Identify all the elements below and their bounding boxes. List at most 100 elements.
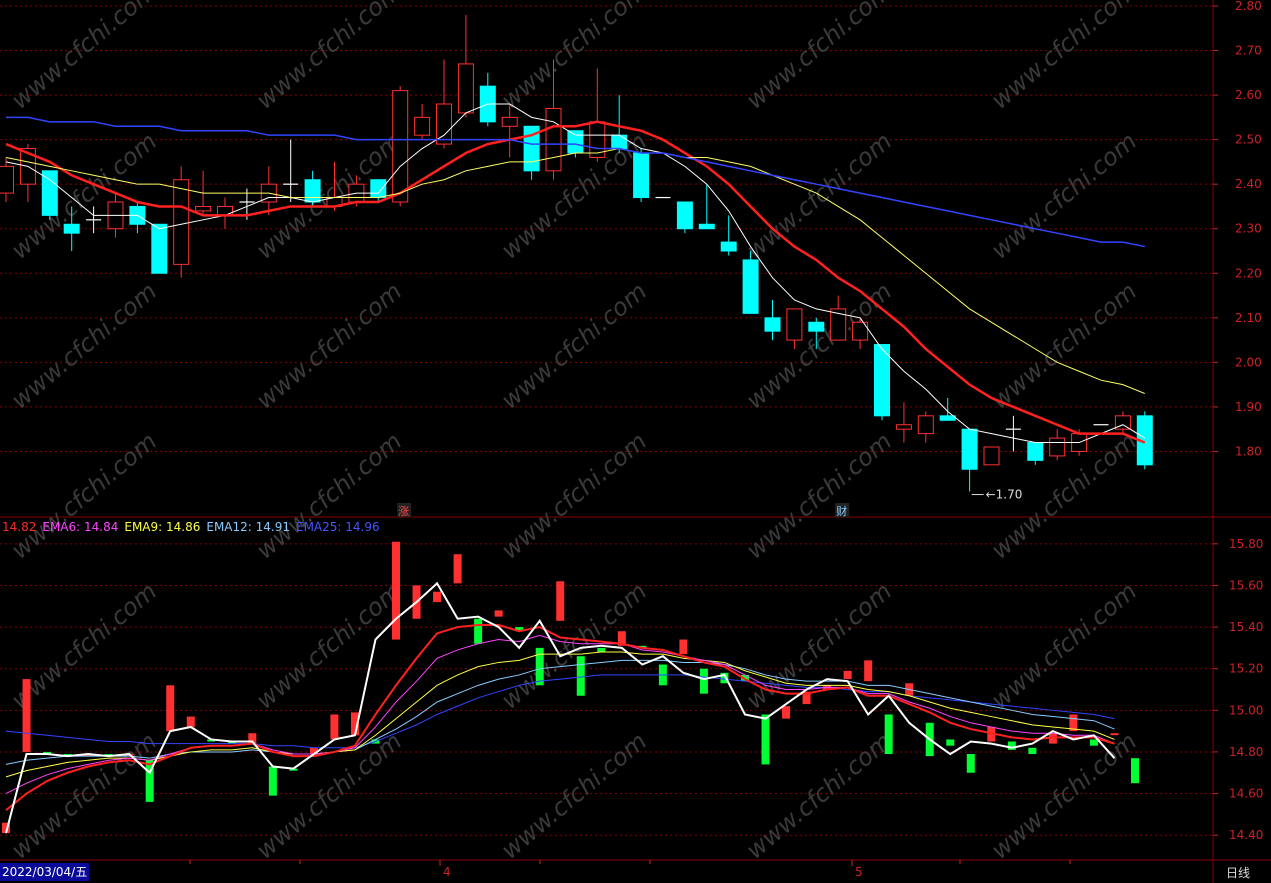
candle bbox=[414, 104, 431, 140]
y-tick-label: 14.80 bbox=[1229, 745, 1263, 759]
watermark-text: www.cfchi.com bbox=[986, 0, 1142, 115]
candle-body bbox=[676, 201, 693, 230]
candle-body bbox=[392, 90, 409, 203]
candle bbox=[983, 446, 1000, 466]
candle-body bbox=[1027, 442, 1044, 461]
watermark-text: www.cfchi.com bbox=[496, 277, 652, 415]
y-tick-label: 15.20 bbox=[1229, 662, 1263, 676]
y-tick-label: 2.60 bbox=[1235, 88, 1262, 102]
ema-bar bbox=[1110, 733, 1119, 736]
legend-entry: EMA12: 14.91 bbox=[206, 520, 290, 534]
ema-bar bbox=[22, 679, 31, 752]
candle-body bbox=[720, 241, 737, 252]
watermark-text: www.cfchi.com bbox=[496, 427, 652, 565]
ema-bar bbox=[864, 660, 873, 682]
ema-bar bbox=[453, 554, 462, 584]
watermark-text: www.cfchi.com bbox=[496, 727, 652, 865]
y-tick-label: 2.20 bbox=[1235, 266, 1262, 280]
y-tick-label: 15.80 bbox=[1229, 537, 1263, 551]
candle-body bbox=[961, 428, 978, 470]
candle-body bbox=[457, 63, 474, 114]
candle-body bbox=[545, 107, 562, 172]
period-label[interactable]: 日线 bbox=[1226, 864, 1250, 881]
candle-body bbox=[173, 179, 190, 265]
watermark-text: www.cfchi.com bbox=[6, 427, 162, 565]
ema-bar bbox=[761, 714, 770, 765]
ema-bar bbox=[330, 714, 339, 740]
candle bbox=[173, 166, 190, 278]
watermark-text: www.cfchi.com bbox=[986, 127, 1142, 265]
candle bbox=[479, 72, 496, 127]
candle bbox=[917, 411, 934, 443]
candle bbox=[41, 170, 58, 220]
ema-bar bbox=[843, 670, 852, 680]
candle-body bbox=[917, 415, 934, 435]
watermark-text: www.cfchi.com bbox=[251, 0, 407, 115]
candle-body bbox=[414, 116, 431, 136]
ema-bar bbox=[1131, 758, 1139, 784]
candlestick-panel: ←1.70 涨 财 bbox=[0, 14, 1153, 518]
watermark-text: www.cfchi.com bbox=[741, 427, 897, 565]
y-tick-label: 2.50 bbox=[1235, 133, 1262, 147]
candle bbox=[1005, 415, 1021, 452]
candle bbox=[720, 215, 737, 256]
candle bbox=[874, 344, 890, 421]
ema-bar bbox=[556, 581, 565, 621]
candle-body bbox=[611, 134, 628, 150]
ema-bar bbox=[494, 610, 503, 617]
ema-bar bbox=[1028, 747, 1037, 755]
ema-bar bbox=[166, 685, 175, 732]
candle bbox=[129, 202, 146, 234]
ema-bar bbox=[679, 639, 688, 655]
candle-body bbox=[808, 321, 825, 332]
watermark-text: www.cfchi.com bbox=[251, 277, 407, 415]
y-tick-label: 15.40 bbox=[1229, 620, 1263, 634]
watermark-text: www.cfchi.com bbox=[6, 277, 162, 415]
ma-line bbox=[5, 120, 1146, 444]
current-date: 2022/03/04/五 bbox=[0, 863, 90, 881]
watermark-text: www.cfchi.com bbox=[251, 427, 407, 565]
y-tick-label: 2.10 bbox=[1235, 311, 1262, 325]
watermark-text: www.cfchi.com bbox=[251, 577, 407, 715]
watermark-text: www.cfchi.com bbox=[986, 577, 1142, 715]
candle-body bbox=[939, 415, 956, 421]
legend-entry: EMA6: 14.84 bbox=[42, 520, 119, 534]
candle-body bbox=[501, 116, 518, 127]
candle bbox=[457, 14, 474, 118]
candle-body bbox=[698, 223, 715, 230]
y-tick-label: 2.00 bbox=[1235, 355, 1262, 369]
ema-bar bbox=[576, 656, 585, 696]
candle bbox=[633, 148, 650, 202]
ema-bar bbox=[474, 618, 483, 644]
candle-body bbox=[567, 130, 584, 154]
watermark-text: www.cfchi.com bbox=[986, 277, 1142, 415]
watermark-text: www.cfchi.com bbox=[741, 277, 897, 415]
ema-bar bbox=[433, 591, 442, 603]
legend-entry: EMA25: 14.96 bbox=[295, 520, 380, 534]
ema-bar bbox=[884, 714, 893, 755]
y-tick-label: 2.80 bbox=[1235, 0, 1262, 13]
event-marker: 涨 bbox=[398, 505, 409, 518]
watermark-text: www.cfchi.com bbox=[741, 0, 897, 115]
y-tick-label: 2.70 bbox=[1235, 44, 1262, 58]
ema-bar bbox=[1089, 739, 1098, 746]
candle-body bbox=[764, 317, 781, 332]
candle-body bbox=[63, 223, 80, 234]
candle bbox=[830, 295, 847, 341]
candle bbox=[1114, 411, 1131, 434]
candle bbox=[742, 251, 759, 314]
candle bbox=[895, 402, 912, 443]
candle-body bbox=[304, 179, 321, 203]
ema-bar bbox=[392, 541, 401, 640]
ema-bar bbox=[946, 739, 955, 746]
candle-body bbox=[151, 223, 168, 274]
candle bbox=[283, 139, 299, 202]
candle-body bbox=[786, 308, 803, 341]
candle-body bbox=[41, 170, 58, 216]
ema-bar bbox=[597, 647, 606, 653]
candle bbox=[961, 428, 978, 492]
event-marker: 财 bbox=[836, 504, 847, 518]
candle bbox=[852, 317, 869, 349]
candle bbox=[676, 201, 693, 234]
candle bbox=[939, 398, 956, 421]
